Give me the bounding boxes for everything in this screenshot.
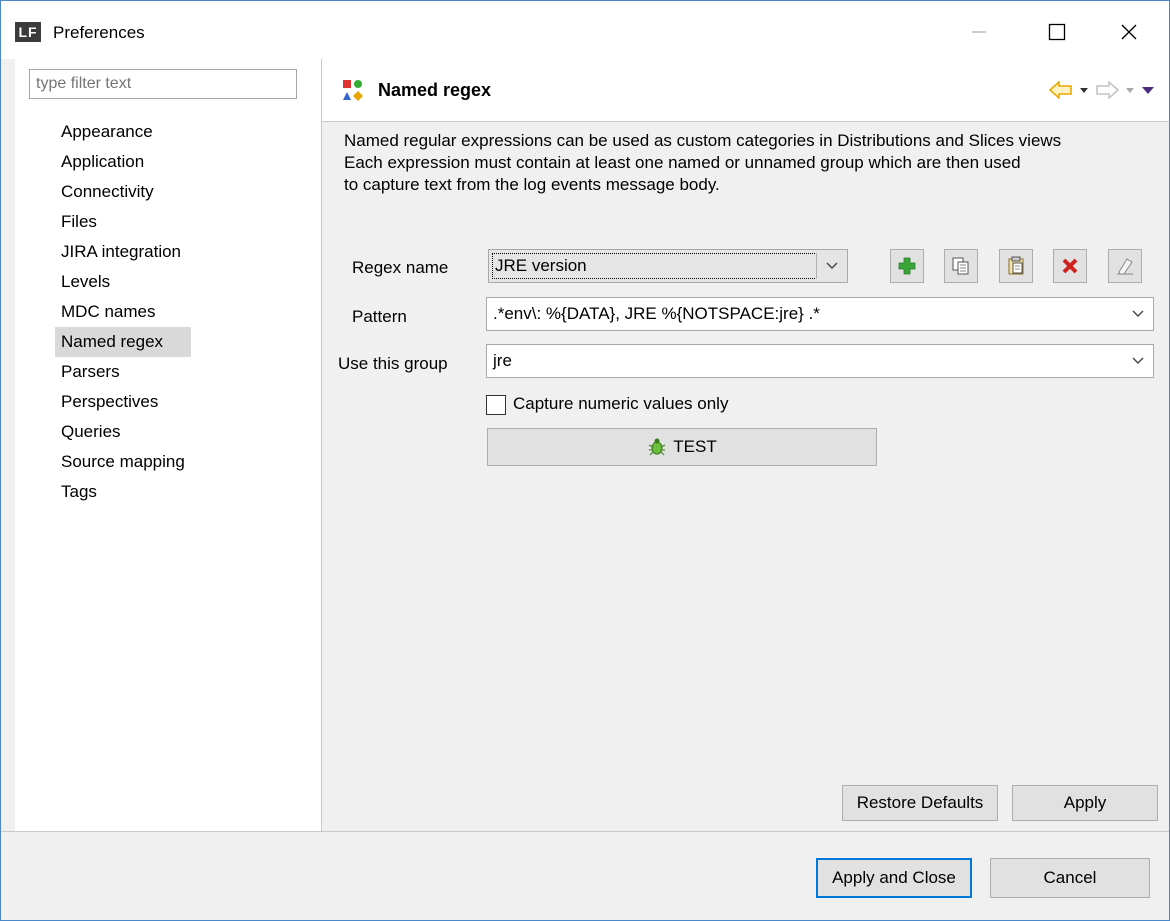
apply-button[interactable]: Apply	[1012, 785, 1158, 821]
back-dropdown-icon[interactable]	[1079, 85, 1089, 95]
group-value: jre	[493, 351, 512, 370]
regex-name-select[interactable]: JRE version	[488, 249, 848, 283]
test-button[interactable]: TEST	[487, 428, 877, 466]
tree-item-mdc-names[interactable]: MDC names	[55, 297, 191, 327]
title-bar[interactable]: LF Preferences	[1, 1, 1169, 59]
bug-icon	[649, 438, 666, 456]
tree-item-appearance[interactable]: Appearance	[55, 117, 191, 147]
preferences-tree: Appearance Application Connectivity File…	[55, 117, 191, 507]
forward-arrow-icon[interactable]	[1095, 81, 1119, 99]
forward-dropdown-icon[interactable]	[1125, 85, 1135, 95]
minimize-icon	[972, 31, 986, 33]
tree-item-levels[interactable]: Levels	[55, 267, 191, 297]
chevron-down-icon	[825, 250, 839, 282]
description-line: Each expression must contain at least on…	[344, 153, 1021, 172]
app-logo-icon: LF	[15, 22, 41, 42]
preference-page: Named regex Named regular expressions ca…	[322, 59, 1169, 831]
filter-input[interactable]	[29, 69, 297, 99]
description-line: to capture text from the log events mess…	[344, 175, 720, 194]
copy-icon	[952, 257, 969, 275]
tree-item-jira-integration[interactable]: JIRA integration	[55, 237, 191, 267]
add-icon	[898, 257, 916, 275]
apply-and-close-button[interactable]: Apply and Close	[816, 858, 972, 898]
maximize-icon	[1048, 23, 1066, 41]
preferences-window: LF Preferences Appearance Application Co…	[0, 0, 1170, 921]
page-header: Named regex	[322, 59, 1169, 122]
numeric-only-label: Capture numeric values only	[513, 394, 729, 413]
pattern-value: .*env\: %{DATA}, JRE %{NOTSPACE:jre} .*	[493, 304, 820, 323]
page-description: Named regular expressions can be used as…	[344, 130, 1164, 196]
page-navigation	[1049, 81, 1155, 99]
tree-item-queries[interactable]: Queries	[55, 417, 191, 447]
chevron-down-icon	[1131, 345, 1145, 377]
tree-item-parsers[interactable]: Parsers	[55, 357, 191, 387]
regex-name-value: JRE version	[492, 253, 817, 279]
copy-regex-button[interactable]	[944, 249, 978, 283]
preferences-sidebar: Appearance Application Connectivity File…	[15, 59, 322, 831]
cancel-button[interactable]: Cancel	[990, 858, 1150, 898]
clear-regex-button[interactable]	[1108, 249, 1142, 283]
restore-defaults-button[interactable]: Restore Defaults	[842, 785, 998, 821]
regex-name-label: Regex name	[352, 258, 449, 277]
pattern-combo[interactable]: .*env\: %{DATA}, JRE %{NOTSPACE:jre} .*	[486, 297, 1154, 331]
delete-icon	[1062, 258, 1078, 274]
eraser-icon	[1117, 258, 1133, 275]
use-group-label: Use this group	[338, 354, 448, 373]
tree-item-perspectives[interactable]: Perspectives	[55, 387, 191, 417]
add-regex-button[interactable]	[890, 249, 924, 283]
tree-item-connectivity[interactable]: Connectivity	[55, 177, 191, 207]
tree-item-application[interactable]: Application	[55, 147, 191, 177]
tree-item-named-regex[interactable]: Named regex	[55, 327, 191, 357]
paste-icon	[1008, 256, 1024, 275]
tree-item-tags[interactable]: Tags	[55, 477, 191, 507]
test-button-label: TEST	[673, 437, 717, 456]
minimize-button[interactable]	[951, 9, 1007, 55]
maximize-button[interactable]	[1029, 9, 1085, 55]
paste-regex-button[interactable]	[999, 249, 1033, 283]
close-icon	[1121, 24, 1137, 40]
group-combo[interactable]: jre	[486, 344, 1154, 378]
pattern-label: Pattern	[352, 307, 407, 326]
tree-item-source-mapping[interactable]: Source mapping	[55, 447, 191, 477]
tree-item-files[interactable]: Files	[55, 207, 191, 237]
numeric-only-checkbox[interactable]	[486, 395, 506, 415]
combo-separator	[816, 253, 817, 279]
dialog-separator	[1, 831, 1169, 832]
description-line: Named regular expressions can be used as…	[344, 131, 1062, 150]
named-regex-icon	[343, 80, 363, 101]
chevron-down-icon	[1131, 298, 1145, 330]
window-title: Preferences	[53, 23, 145, 42]
view-menu-icon[interactable]	[1141, 85, 1155, 95]
page-title: Named regex	[378, 80, 492, 100]
close-button[interactable]	[1101, 9, 1157, 55]
back-arrow-icon[interactable]	[1049, 81, 1073, 99]
delete-regex-button[interactable]	[1053, 249, 1087, 283]
